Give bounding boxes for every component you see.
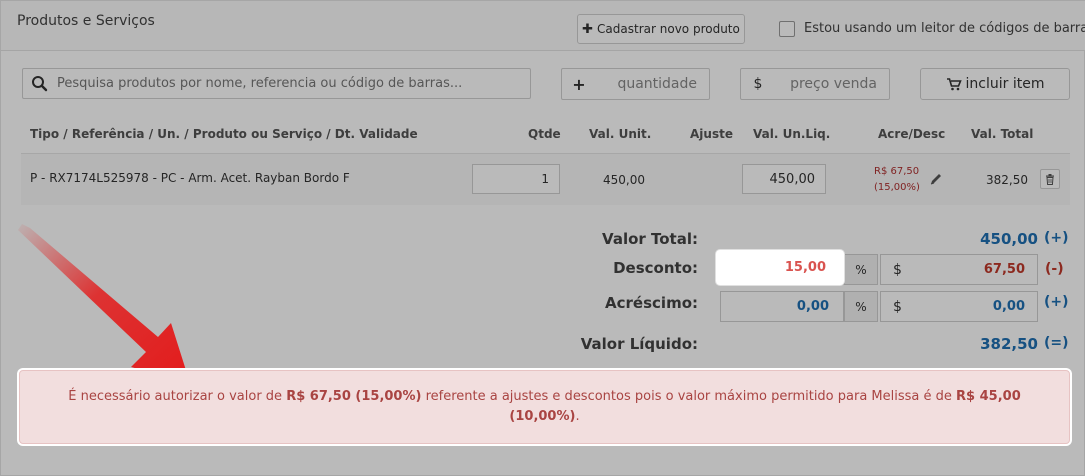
alert-limit-pct: (10,00%) [509, 409, 576, 424]
authorization-alert: É necessário autorizar o valor de R$ 67,… [19, 370, 1070, 444]
alert-amount: R$ 67,50 (15,00%) [286, 389, 422, 404]
alert-text-part1: É necessário autorizar o valor de [68, 389, 287, 404]
alert-end: . [575, 409, 580, 424]
alert-text-part2: referente a ajustes e descontos pois o v… [421, 389, 957, 404]
alert-limit-amount: R$ 45,00 [956, 389, 1021, 404]
